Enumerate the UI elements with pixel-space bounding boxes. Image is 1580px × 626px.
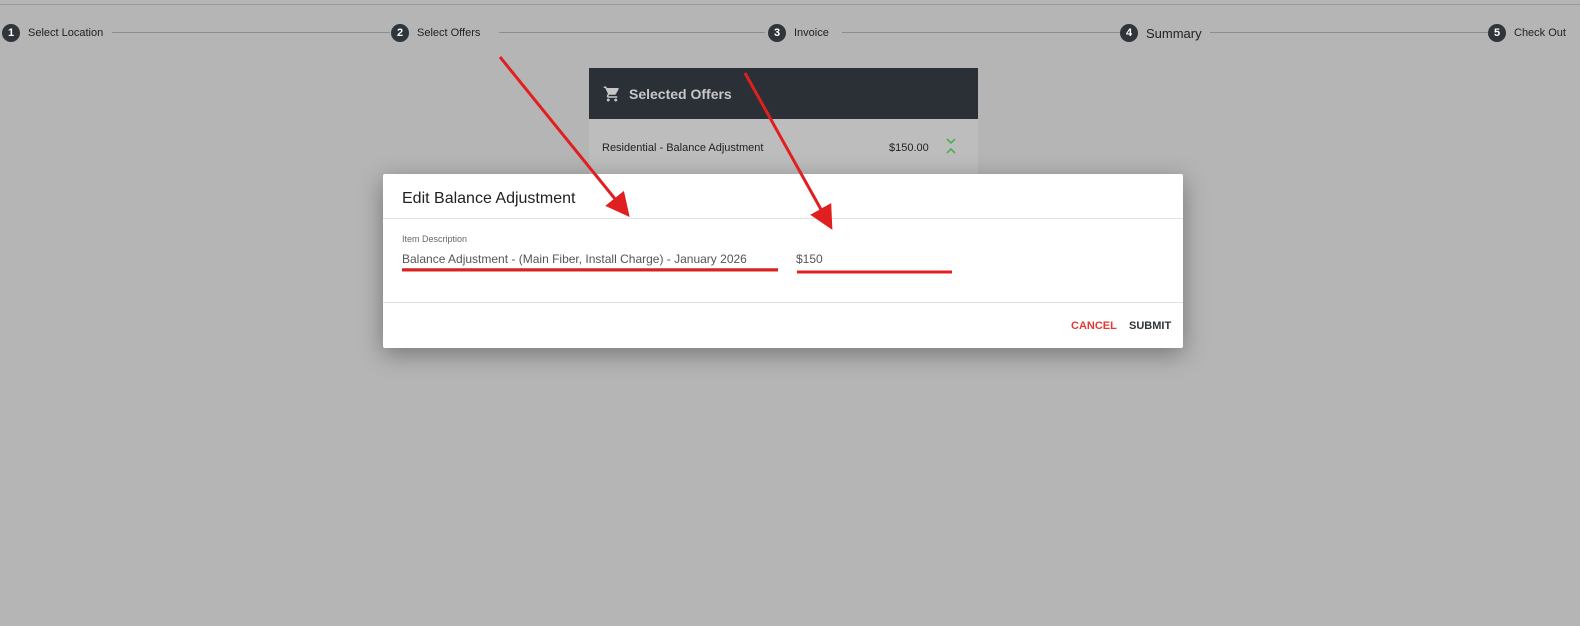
edit-balance-adjustment-dialog: Edit Balance Adjustment Item Description… [383,174,1183,348]
checkout-stepper: 1 Select Location 2 Select Offers 3 Invo… [0,23,1580,43]
offer-description: Residential - Balance Adjustment [602,142,764,154]
step-number: 4 [1120,24,1138,42]
step-connector [1210,32,1488,33]
step-summary[interactable]: 4 Summary [1120,23,1202,43]
step-check-out[interactable]: 5 Check Out [1488,23,1566,43]
item-description-label: Item Description [402,234,468,244]
step-label: Summary [1146,25,1202,41]
dialog-title: Edit Balance Adjustment [402,190,576,207]
offer-price: $150.00 [889,142,929,154]
step-number: 3 [768,24,786,42]
list-item: Residential - Balance Adjustment $150.00 [589,119,978,159]
step-number: 5 [1488,24,1506,42]
selected-offers-header: Selected Offers [589,68,978,119]
dialog-footer-divider [383,302,1183,303]
card-title: Selected Offers [629,85,732,102]
step-label: Check Out [1514,27,1566,39]
item-description-input[interactable] [402,250,778,269]
step-invoice[interactable]: 3 Invoice [768,23,829,43]
cancel-button[interactable]: CANCEL [1071,320,1117,332]
chevron-collapse-icon[interactable] [944,137,958,155]
top-divider [0,4,1580,5]
step-label: Select Location [28,27,104,39]
step-select-offers[interactable]: 2 Select Offers [391,23,480,43]
step-connector [842,32,1122,33]
amount-input[interactable] [796,250,951,268]
step-label: Select Offers [417,27,481,39]
step-label: Invoice [794,27,829,39]
step-select-location[interactable]: 1 Select Location [2,23,103,43]
step-number: 1 [2,24,20,42]
step-number: 2 [391,24,409,42]
dialog-header-divider [383,218,1183,219]
step-connector [112,32,390,33]
cart-icon [603,86,619,101]
submit-button[interactable]: SUBMIT [1129,320,1171,332]
step-connector [499,32,765,33]
